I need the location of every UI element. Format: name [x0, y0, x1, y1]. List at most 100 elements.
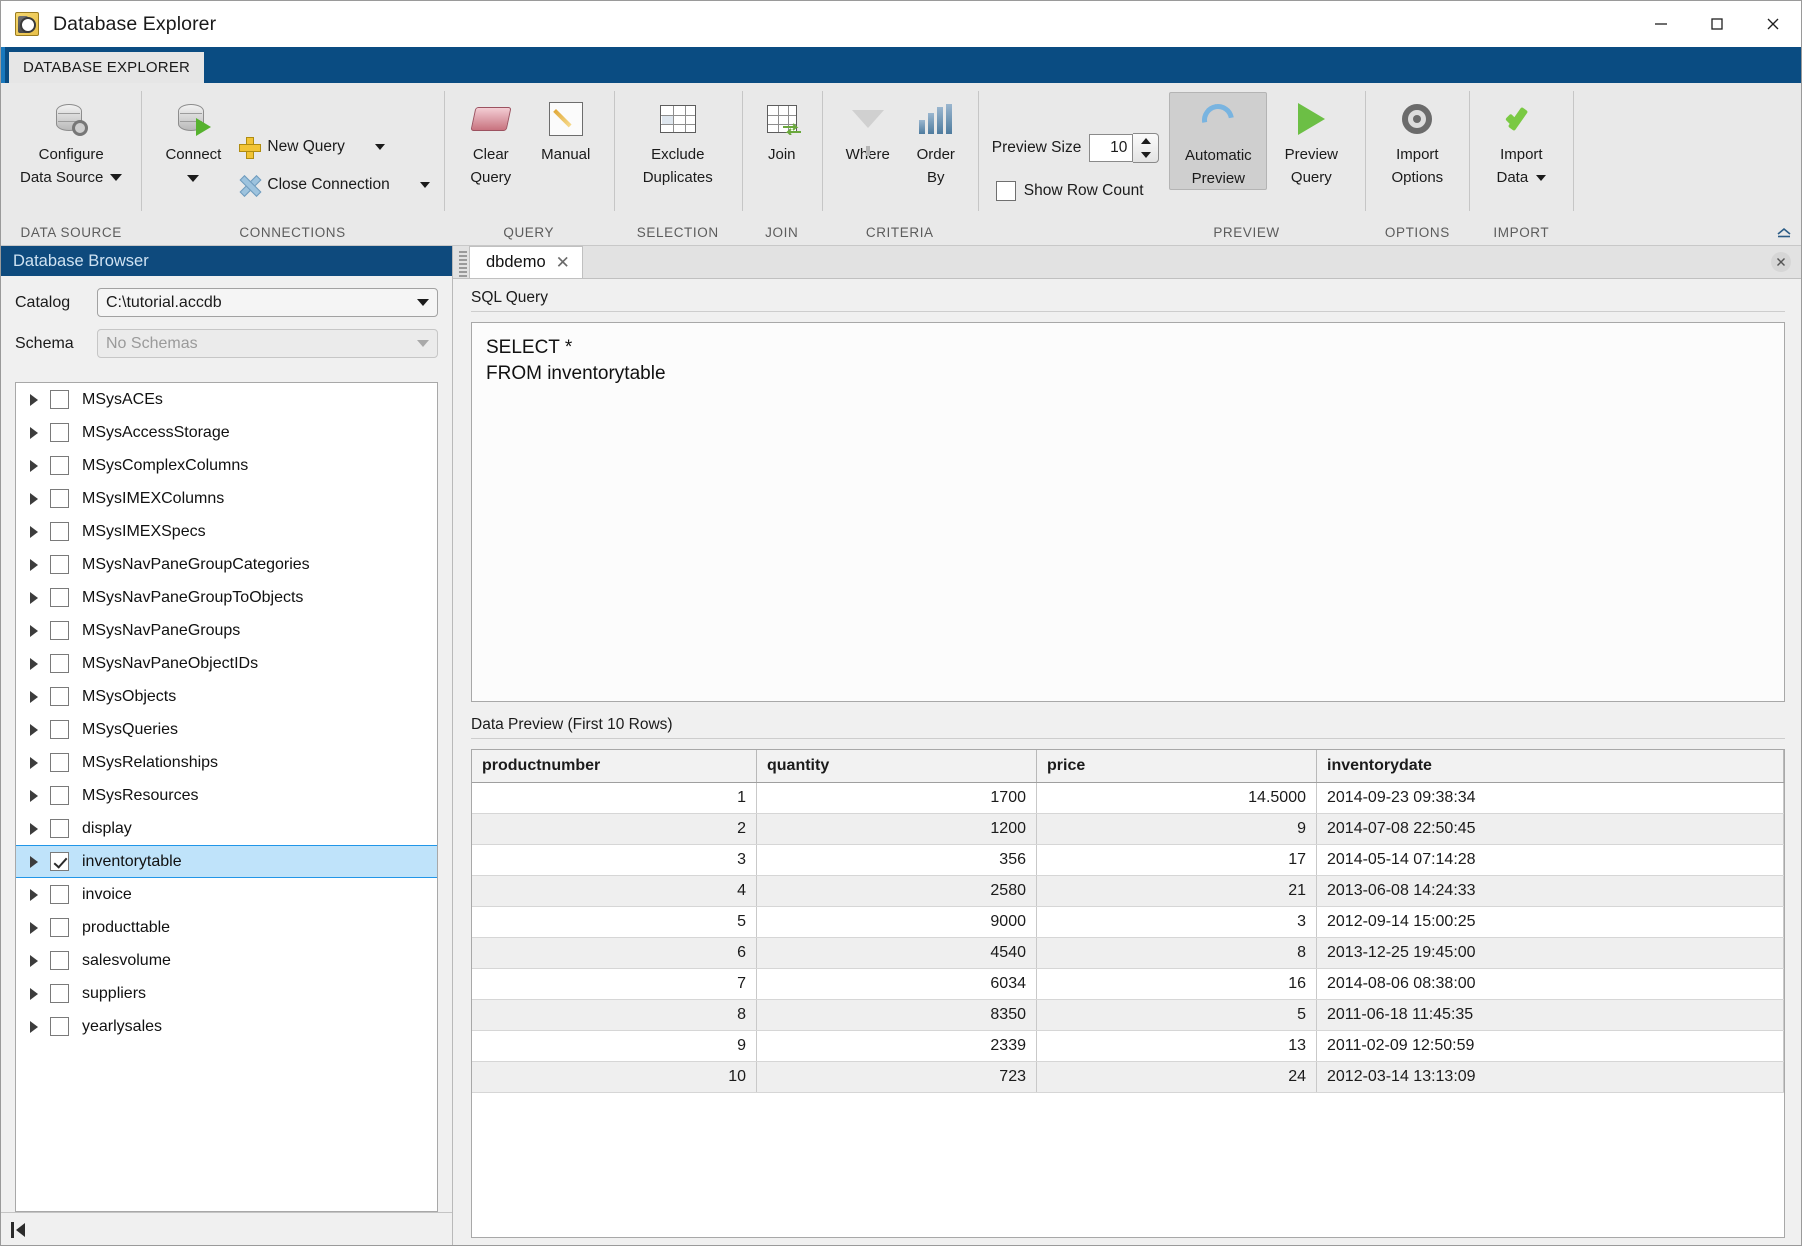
exclude-duplicates-button[interactable]: Exclude Duplicates	[624, 92, 732, 188]
tree-item-checkbox[interactable]	[50, 489, 69, 508]
tree-item-display[interactable]: display	[16, 812, 437, 845]
connect-button[interactable]: Connect	[151, 92, 235, 188]
expand-arrow-icon[interactable]	[30, 525, 38, 538]
where-button[interactable]: Where	[832, 92, 904, 165]
tree-item-msyscomplexcolumns[interactable]: MSysComplexColumns	[16, 449, 437, 482]
expand-arrow-icon[interactable]	[30, 624, 38, 637]
close-connection-button[interactable]: Close Connection	[239, 172, 430, 198]
table-row[interactable]: 10 723 24 2012-03-14 13:13:09	[472, 1062, 1784, 1093]
table-row[interactable]: 2 1200 9 2014-07-08 22:50:45	[472, 814, 1784, 845]
chevron-down-icon[interactable]	[417, 299, 429, 306]
tree-item-msysnavpaneobjectids[interactable]: MSysNavPaneObjectIDs	[16, 647, 437, 680]
expand-arrow-icon[interactable]	[30, 888, 38, 901]
spin-down-icon[interactable]	[1140, 151, 1151, 158]
new-query-button[interactable]: New Query	[239, 134, 429, 160]
tree-item-checkbox[interactable]	[50, 654, 69, 673]
table-tree[interactable]: MSysACEs MSysAccessStorage MSysComplexColu…	[15, 382, 438, 1212]
minimize-button[interactable]	[1633, 1, 1689, 47]
tree-item-msysnavpanegroupcategories[interactable]: MSysNavPaneGroupCategories	[16, 548, 437, 581]
tree-item-msysimexcolumns[interactable]: MSysIMEXColumns	[16, 482, 437, 515]
tree-item-msysrelationships[interactable]: MSysRelationships	[16, 746, 437, 779]
table-row[interactable]: 9 2339 13 2011-02-09 12:50:59	[472, 1031, 1784, 1062]
tree-item-checkbox[interactable]	[50, 456, 69, 475]
expand-arrow-icon[interactable]	[30, 987, 38, 1000]
expand-arrow-icon[interactable]	[30, 426, 38, 439]
tree-item-checkbox[interactable]	[50, 918, 69, 937]
tab-database-explorer[interactable]: DATABASE EXPLORER	[9, 52, 205, 83]
table-row[interactable]: 7 6034 16 2014-08-06 08:38:00	[472, 969, 1784, 1000]
chevron-down-icon[interactable]	[187, 175, 200, 182]
tree-item-checkbox[interactable]	[50, 819, 69, 838]
table-row[interactable]: 1 1700 14.5000 2014-09-23 09:38:34	[472, 783, 1784, 814]
tree-item-msysobjects[interactable]: MSysObjects	[16, 680, 437, 713]
tree-item-checkbox[interactable]	[50, 852, 69, 871]
tree-item-msysimexspecs[interactable]: MSysIMEXSpecs	[16, 515, 437, 548]
tree-item-inventorytable[interactable]: inventorytable	[16, 845, 437, 878]
tree-item-checkbox[interactable]	[50, 984, 69, 1003]
tree-item-msysnavpanegrouptoobjects[interactable]: MSysNavPaneGroupToObjects	[16, 581, 437, 614]
tree-item-checkbox[interactable]	[50, 555, 69, 574]
join-button[interactable]: Join	[752, 92, 812, 165]
expand-arrow-icon[interactable]	[30, 822, 38, 835]
expand-arrow-icon[interactable]	[30, 492, 38, 505]
tree-item-checkbox[interactable]	[50, 522, 69, 541]
tree-item-checkbox[interactable]	[50, 588, 69, 607]
tree-item-msysaces[interactable]: MSysACEs	[16, 383, 437, 416]
automatic-preview-button[interactable]: Automatic Preview	[1169, 92, 1268, 190]
table-row[interactable]: 4 2580 21 2013-06-08 14:24:33	[472, 876, 1784, 907]
import-options-button[interactable]: Import Options	[1375, 92, 1459, 188]
tree-item-checkbox[interactable]	[50, 753, 69, 772]
chevron-down-icon[interactable]	[419, 181, 430, 188]
expand-arrow-icon[interactable]	[30, 558, 38, 571]
preview-size-spin-buttons[interactable]	[1133, 132, 1160, 163]
expand-arrow-icon[interactable]	[30, 723, 38, 736]
tree-item-producttable[interactable]: producttable	[16, 911, 437, 944]
tree-item-checkbox[interactable]	[50, 720, 69, 739]
chevron-down-icon[interactable]	[1536, 174, 1547, 181]
tree-item-msysnavpanegroups[interactable]: MSysNavPaneGroups	[16, 614, 437, 647]
spin-up-icon[interactable]	[1140, 137, 1151, 144]
catalog-dropdown[interactable]: C:\tutorial.accdb	[97, 288, 438, 317]
column-header-price[interactable]: price	[1037, 750, 1317, 782]
table-row[interactable]: 5 9000 3 2012-09-14 15:00:25	[472, 907, 1784, 938]
configure-data-source-button[interactable]: Configure Data Source	[11, 92, 131, 188]
tree-item-msysqueries[interactable]: MSysQueries	[16, 713, 437, 746]
tree-item-checkbox[interactable]	[50, 687, 69, 706]
tree-item-checkbox[interactable]	[50, 621, 69, 640]
tab-drag-handle[interactable]	[457, 251, 469, 277]
import-data-button[interactable]: Import Data	[1479, 92, 1563, 188]
column-header-inventorydate[interactable]: inventorydate	[1317, 750, 1784, 782]
preview-size-input[interactable]: 10	[1089, 133, 1134, 162]
expand-arrow-icon[interactable]	[30, 789, 38, 802]
show-row-count-checkbox[interactable]	[995, 180, 1016, 201]
tree-item-checkbox[interactable]	[50, 390, 69, 409]
chevron-down-icon[interactable]	[110, 174, 123, 181]
expand-arrow-icon[interactable]	[30, 855, 38, 868]
sql-query-editor[interactable]: SELECT * FROM inventorytable	[471, 322, 1785, 702]
preview-size-stepper[interactable]: 10	[1089, 132, 1160, 163]
clear-query-button[interactable]: Clear Query	[454, 92, 528, 188]
tree-item-msysresources[interactable]: MSysResources	[16, 779, 437, 812]
table-row[interactable]: 3 356 17 2014-05-14 07:14:28	[472, 845, 1784, 876]
chevron-down-icon[interactable]	[374, 143, 385, 150]
tree-item-suppliers[interactable]: suppliers	[16, 977, 437, 1010]
tree-item-checkbox[interactable]	[50, 786, 69, 805]
table-row[interactable]: 6 4540 8 2013-12-25 19:45:00	[472, 938, 1784, 969]
close-document-button[interactable]	[1771, 252, 1791, 272]
tree-item-salesvolume[interactable]: salesvolume	[16, 944, 437, 977]
maximize-button[interactable]	[1689, 1, 1745, 47]
column-header-quantity[interactable]: quantity	[757, 750, 1037, 782]
expand-arrow-icon[interactable]	[30, 459, 38, 472]
manual-button[interactable]: Manual	[528, 92, 604, 165]
preview-query-button[interactable]: Preview Query	[1267, 92, 1355, 188]
tree-item-invoice[interactable]: invoice	[16, 878, 437, 911]
tree-item-yearlysales[interactable]: yearlysales	[16, 1010, 437, 1043]
column-header-productnumber[interactable]: productnumber	[472, 750, 757, 782]
order-by-button[interactable]: Order By	[904, 92, 968, 188]
show-row-count-row[interactable]: Show Row Count	[992, 178, 1160, 204]
document-tab-dbdemo[interactable]: dbdemo ✕	[469, 246, 583, 278]
tree-item-checkbox[interactable]	[50, 1017, 69, 1036]
close-button[interactable]	[1745, 1, 1801, 47]
schema-dropdown[interactable]: No Schemas	[97, 329, 438, 358]
expand-arrow-icon[interactable]	[30, 921, 38, 934]
